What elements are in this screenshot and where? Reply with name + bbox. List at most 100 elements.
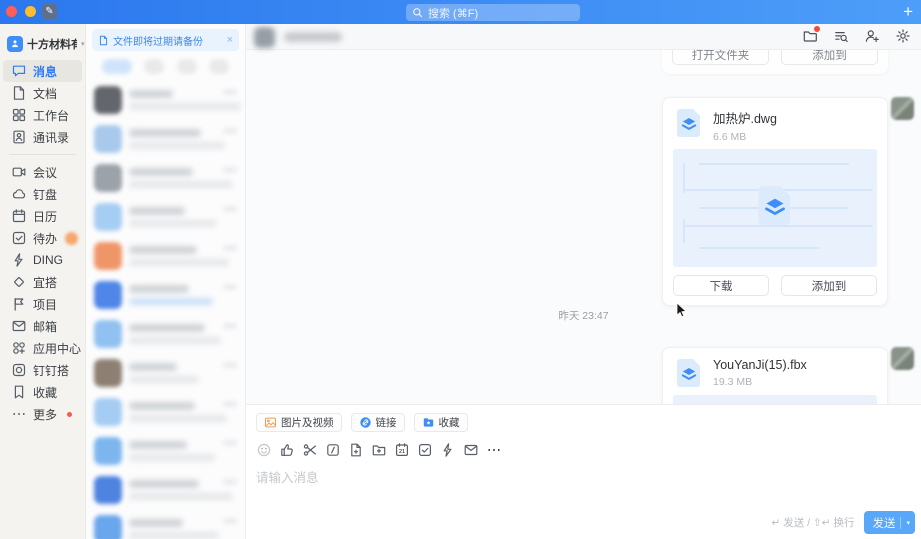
chat-item-time-blurred — [223, 518, 237, 524]
send-row: ↵ 发送 / ⇧↵ 换行 发送 ▾ — [772, 511, 915, 534]
chat-list-item[interactable] — [86, 314, 245, 353]
chat-item-text-blurred — [129, 440, 216, 461]
lightning-icon — [11, 252, 27, 268]
chat-list-item[interactable] — [86, 275, 245, 314]
add-to-button[interactable]: 添加到 — [781, 50, 878, 65]
sidebar-item-doc[interactable]: 文档 — [3, 82, 82, 104]
sidebar-item-bookmark[interactable]: 收藏 — [3, 381, 82, 403]
mail-button[interactable] — [463, 442, 479, 458]
search-icon — [413, 8, 423, 18]
pill-photo[interactable]: 图片及视频 — [256, 413, 342, 432]
calendar-icon — [11, 208, 27, 224]
scissors-button[interactable] — [302, 442, 318, 458]
sidebar-item-dingda[interactable]: 钉钉搭 — [3, 359, 82, 381]
send-button[interactable]: 发送 ▾ — [864, 511, 915, 534]
sidebar-item-lightning[interactable]: DING — [3, 249, 82, 271]
sidebar-item-cloud[interactable]: 钉盘 — [3, 183, 82, 205]
list-search-button[interactable] — [833, 28, 849, 44]
minimize-window-button[interactable] — [25, 6, 36, 17]
chat-item-text-blurred — [129, 128, 225, 149]
message-input[interactable]: 请输入消息 — [256, 467, 911, 486]
sidebar-item-chat[interactable]: 消息 — [3, 60, 82, 82]
ellipsis-button[interactable] — [486, 442, 502, 458]
chat-filter-chip[interactable] — [176, 59, 197, 74]
svg-text:21: 21 — [399, 449, 405, 455]
sender-avatar[interactable] — [891, 347, 914, 370]
file-preview — [673, 395, 877, 404]
chat-item-time-blurred — [223, 284, 237, 290]
thumb-button[interactable] — [279, 442, 295, 458]
chat-list-item[interactable] — [86, 197, 245, 236]
sidebar-item-appcenter[interactable]: 应用中心 — [3, 337, 82, 359]
org-switcher[interactable]: 十方材料有... ▾ — [0, 32, 85, 60]
chat-filter-chip[interactable] — [102, 59, 132, 74]
chat-item-time-blurred — [223, 206, 237, 212]
avatar — [94, 202, 122, 231]
open-folder-button[interactable]: 打开文件夹 — [672, 50, 769, 65]
chat-filter-chip[interactable] — [144, 59, 165, 74]
chat-list-item[interactable] — [86, 80, 245, 119]
add-to-button[interactable]: 添加到 — [781, 275, 877, 296]
quote-button[interactable] — [325, 442, 341, 458]
photo-icon — [264, 416, 277, 429]
sidebar-item-todo[interactable]: 待办 — [3, 227, 82, 249]
dingtalk-window: ✎ 搜索 (⌘F) + 十方材料有... ▾ 消息文档工作台通讯录会议钉盘日历待… — [0, 0, 921, 539]
global-search-input[interactable]: 搜索 (⌘F) — [406, 4, 580, 21]
chat-list-item[interactable] — [86, 119, 245, 158]
chat-list-item[interactable] — [86, 236, 245, 275]
chat-list-item[interactable] — [86, 431, 245, 470]
scissors-icon — [302, 442, 318, 458]
sidebar-item-meeting[interactable]: 会议 — [3, 161, 82, 183]
download-button[interactable]: 下载 — [673, 275, 769, 296]
chat-list-item[interactable] — [86, 392, 245, 431]
chat-list — [86, 80, 245, 539]
lightning-button[interactable] — [440, 442, 456, 458]
folder-button[interactable] — [802, 26, 820, 44]
close-icon[interactable]: × — [227, 34, 233, 46]
sidebar-item-label: 更多 — [33, 407, 58, 422]
send-options-caret-icon[interactable]: ▾ — [906, 519, 910, 527]
file-add-button[interactable] — [348, 442, 364, 458]
close-window-button[interactable] — [6, 6, 17, 17]
project-icon — [11, 296, 27, 312]
chat-list-item[interactable] — [86, 158, 245, 197]
file-card[interactable]: 加热炉.dwg 6.6 MB 下载 添加到 — [662, 97, 888, 306]
sidebar-item-grid[interactable]: 工作台 — [3, 104, 82, 126]
dingda-icon — [11, 362, 27, 378]
pill-label: 链接 — [375, 417, 397, 429]
sidebar-item-label: 文档 — [33, 86, 58, 101]
chat-item-time-blurred — [223, 362, 237, 368]
sidebar-item-contacts[interactable]: 通讯录 — [3, 126, 82, 148]
quote-icon — [325, 442, 341, 458]
org-name: 十方材料有... — [27, 39, 77, 51]
sidebar-divider — [9, 154, 76, 155]
chat-list-item[interactable] — [86, 353, 245, 392]
gear-button[interactable] — [895, 28, 911, 44]
sidebar-item-yida[interactable]: 宜搭 — [3, 271, 82, 293]
chat-filter-chip[interactable] — [208, 59, 229, 74]
emoji-button[interactable] — [256, 442, 272, 458]
pill-link[interactable]: 链接 — [350, 413, 405, 432]
sidebar-item-mail[interactable]: 邮箱 — [3, 315, 82, 337]
folder-add-button[interactable] — [371, 442, 387, 458]
avatar — [94, 475, 122, 504]
expiry-banner[interactable]: 文件即将过期请备份 × — [92, 29, 239, 51]
chat-list-item[interactable] — [86, 470, 245, 509]
avatar — [94, 319, 122, 348]
search-placeholder: 搜索 (⌘F) — [428, 7, 479, 20]
sender-avatar[interactable] — [891, 97, 914, 120]
task-button[interactable] — [417, 442, 433, 458]
person-add-button[interactable] — [864, 28, 880, 44]
new-chat-button[interactable]: + — [903, 1, 913, 23]
grid-icon — [11, 107, 27, 123]
sidebar-item-project[interactable]: 项目 — [3, 293, 82, 315]
file-name: YouYanJi(15).fbx — [713, 358, 807, 372]
sidebar-item-more[interactable]: 更多 — [3, 403, 82, 425]
calendar21-button[interactable]: 21 — [394, 442, 410, 458]
chat-item-time-blurred — [223, 245, 237, 251]
pill-fav[interactable]: 收藏 — [413, 413, 468, 432]
sidebar-item-label: 邮箱 — [33, 319, 58, 334]
chat-list-item[interactable] — [86, 509, 245, 539]
sidebar-item-calendar[interactable]: 日历 — [3, 205, 82, 227]
file-card[interactable]: YouYanJi(15).fbx 19.3 MB — [662, 347, 888, 404]
